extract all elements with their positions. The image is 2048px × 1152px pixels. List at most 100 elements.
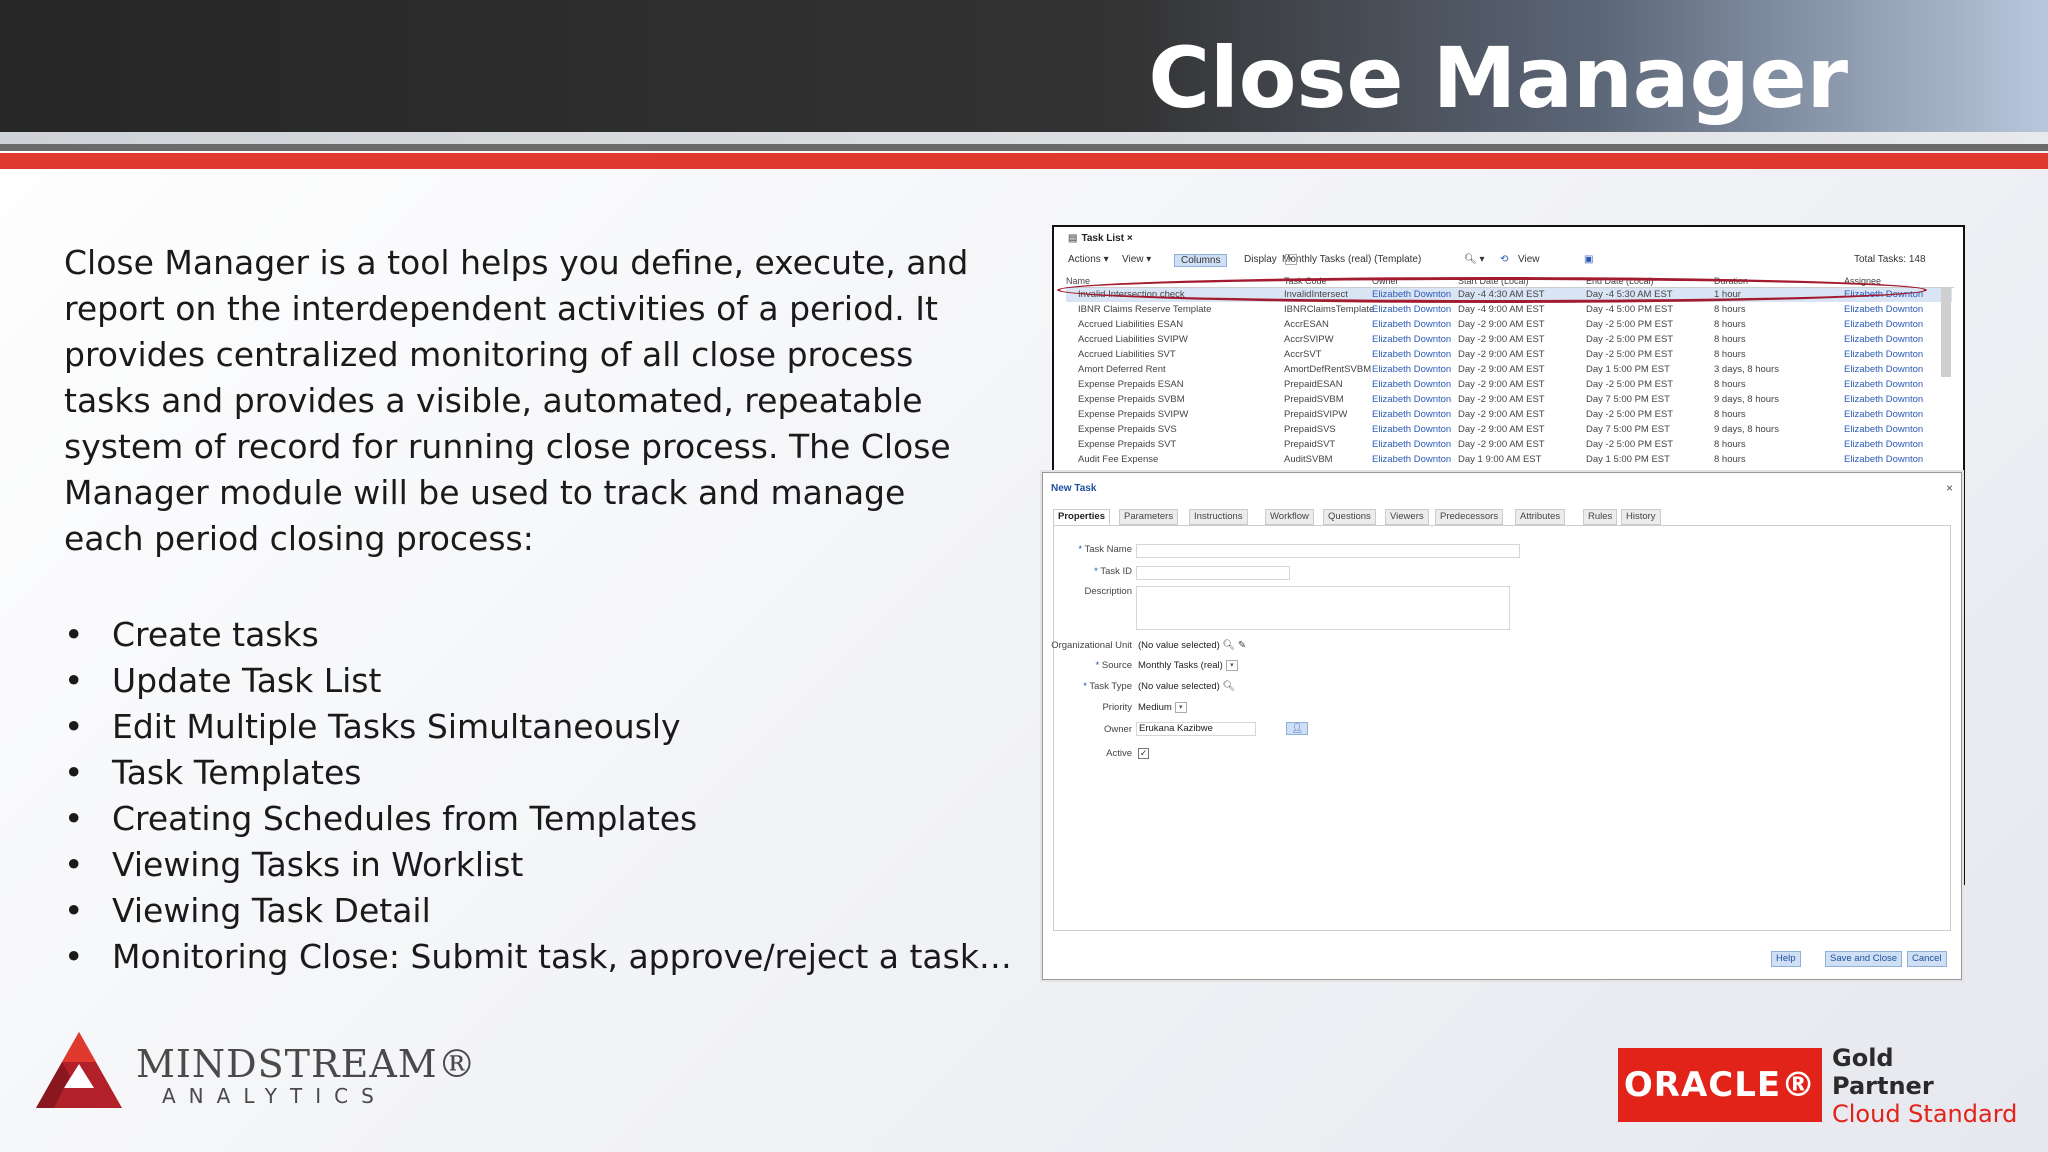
feature-item: • Viewing Task Detail (64, 888, 1012, 934)
actions-menu[interactable]: Actions ▾ (1068, 254, 1109, 265)
tab-questions[interactable]: Questions (1323, 509, 1376, 525)
search-icon[interactable]: 🔍︎ (1223, 681, 1236, 692)
bullet-icon: • (64, 845, 84, 884)
table-row[interactable]: Audit Fee Expense AuditSVBM Elizabeth Down… (1066, 453, 1952, 467)
properties-panel: * Task Name * Task ID Description Organi… (1051, 525, 1951, 931)
task-name-label: * Task Name (1078, 544, 1132, 555)
owner-label: Owner (1104, 724, 1132, 735)
feature-item: • Monitoring Close: Submit task, approve/… (64, 934, 1012, 980)
task-id-input[interactable] (1136, 566, 1290, 580)
save-icon[interactable]: ▣ (1584, 254, 1593, 265)
page-title: Close Manager (1148, 29, 1848, 127)
table-row[interactable]: Expense Prepaids SVS PrepaidSVS Elizabeth … (1066, 423, 1952, 437)
feature-item: • Viewing Tasks in Worklist (64, 842, 1012, 888)
refresh-icon[interactable]: ⟲ (1500, 254, 1508, 265)
view2-label: View (1518, 254, 1540, 265)
feature-label: Create tasks (112, 615, 319, 654)
new-task-dialog: New Task × Properties Parameters Instruc… (1042, 472, 1962, 980)
chevron-down-icon: ▾ (1174, 702, 1187, 713)
brand-subtitle: ANALYTICS (162, 1084, 387, 1108)
table-row[interactable]: Expense Prepaids SVIPW PrepaidSVIPW Elizab… (1066, 408, 1952, 422)
table-row[interactable]: IBNR Claims Reserve Template IBNRClaimsTe… (1066, 303, 1952, 317)
chevron-down-icon: ▾ (1225, 660, 1238, 671)
help-button[interactable]: Help (1771, 951, 1801, 967)
search-icon[interactable]: 🔍︎ (1223, 640, 1236, 651)
dialog-title: New Task (1051, 483, 1097, 494)
feature-item: • Edit Multiple Tasks Simultaneously (64, 704, 1012, 750)
user-lookup-icon[interactable]: 👤︎ (1286, 722, 1309, 735)
active-label: Active (1106, 748, 1132, 759)
oracle-logo: ORACLE® (1618, 1048, 1822, 1122)
table-row[interactable]: Expense Prepaids SVBM PrepaidSVBM Elizabet… (1066, 393, 1952, 407)
tab-workflow[interactable]: Workflow (1265, 509, 1314, 525)
gold-label: Gold (1832, 1044, 1894, 1072)
priority-label: Priority (1102, 702, 1132, 713)
task-list-toolbar: Actions ▾ View ▾ Columns Display Monthly… (1068, 254, 1926, 267)
task-list-tab[interactable]: ▤ Task List × (1068, 233, 1133, 244)
owner-input[interactable]: Erukana Kazibwe (1136, 722, 1256, 736)
table-row[interactable]: Amort Deferred Rent AmortDefRentSVBM Eliza… (1066, 363, 1952, 377)
save-and-close-button[interactable]: Save and Close (1825, 951, 1903, 967)
feature-item: • Creating Schedules from Templates (64, 796, 1012, 842)
description-label: Description (1084, 586, 1132, 597)
edit-pencil-icon[interactable]: ✎ (1238, 640, 1246, 651)
tab-properties[interactable]: Properties (1053, 509, 1110, 525)
bullet-icon: • (64, 661, 84, 700)
table-row[interactable]: Expense Prepaids SVT PrepaidSVT Elizabeth … (1066, 438, 1952, 452)
header-stripe-dark (0, 144, 2048, 151)
feature-item: • Task Templates (64, 750, 1012, 796)
brand-name: MINDSTREAM® (136, 1042, 477, 1086)
close-icon[interactable]: × (1946, 481, 1953, 495)
feature-label: Creating Schedules from Templates (112, 799, 698, 838)
feature-label: Viewing Task Detail (112, 891, 431, 930)
feature-label: Monitoring Close: Submit task, approve/r… (112, 937, 1012, 976)
header-stripe-light (0, 132, 2048, 144)
table-scrollbar[interactable] (1941, 287, 1951, 377)
cancel-button[interactable]: Cancel (1907, 951, 1947, 967)
tab-attributes[interactable]: Attributes (1515, 509, 1566, 525)
tab-parameters[interactable]: Parameters (1119, 509, 1179, 525)
feature-item: • Update Task List (64, 658, 1012, 704)
table-row[interactable]: Accrued Liabilities SVIPW AccrSVIPW Elizab… (1066, 333, 1952, 347)
search-icon[interactable]: 🔍︎ ▾ (1464, 254, 1485, 265)
task-id-label: * Task ID (1094, 566, 1132, 577)
task-name-input[interactable] (1136, 544, 1520, 558)
bullet-icon: • (64, 937, 84, 976)
bullet-icon: • (64, 707, 84, 746)
tab-viewers[interactable]: Viewers (1385, 509, 1429, 525)
total-tasks-count: Total Tasks: 148 (1854, 254, 1926, 265)
bullet-icon: • (64, 891, 84, 930)
table-row[interactable]: Expense Prepaids ESAN PrepaidESAN Elizabet… (1066, 378, 1952, 392)
source-label: * Source (1095, 660, 1132, 671)
tab-rules[interactable]: Rules (1583, 509, 1618, 525)
feature-item: • Create tasks (64, 612, 1012, 658)
cloud-standard-label: Cloud Standard (1832, 1100, 2018, 1128)
bullet-icon: • (64, 753, 84, 792)
description-textarea[interactable] (1136, 586, 1510, 630)
tab-history[interactable]: History (1621, 509, 1661, 525)
org-unit-value: (No value selected) 🔍︎ ✎ (1138, 640, 1247, 651)
table-row[interactable]: Accrued Liabilities ESAN AccrESAN Elizabet… (1066, 318, 1952, 332)
header-stripe-red (0, 153, 2048, 169)
feature-label: Edit Multiple Tasks Simultaneously (112, 707, 681, 746)
columns-button[interactable]: Columns (1174, 254, 1228, 267)
table-row[interactable]: Accrued Liabilities SVT AccrSVT Elizabeth … (1066, 348, 1952, 362)
tab-instructions[interactable]: Instructions (1189, 509, 1248, 525)
highlight-ellipse (1057, 277, 1927, 303)
intro-paragraph: Close Manager is a tool helps you define… (64, 243, 969, 558)
task-type-label: * Task Type (1083, 681, 1132, 692)
feature-label: Update Task List (112, 661, 382, 700)
bullet-icon: • (64, 799, 84, 838)
mindstream-logo-icon (36, 1032, 122, 1108)
active-checkbox[interactable]: ✓ (1138, 748, 1149, 759)
tab-predecessors[interactable]: Predecessors (1435, 509, 1504, 525)
feature-list: • Create tasks • Update Task List • Edit Mu… (64, 612, 1012, 980)
task-type-value: (No value selected) 🔍︎ (1138, 681, 1236, 692)
chevron-down-icon: ▾ (1285, 254, 1297, 265)
bullet-icon: • (64, 615, 84, 654)
source-select[interactable]: Monthly Tasks (real) ▾ (1138, 660, 1238, 671)
org-unit-label: Organizational Unit (1051, 640, 1132, 651)
view-menu[interactable]: View ▾ (1122, 254, 1151, 265)
priority-select[interactable]: Medium ▾ (1138, 702, 1187, 713)
feature-label: Viewing Tasks in Worklist (112, 845, 524, 884)
